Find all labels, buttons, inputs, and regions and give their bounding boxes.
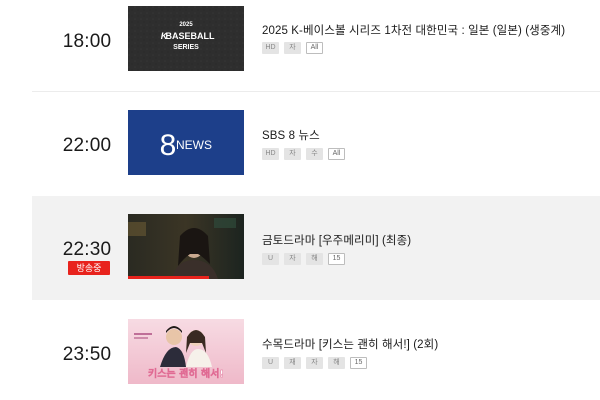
program-time: 18:00	[62, 31, 112, 52]
badge-hd: HD	[262, 148, 279, 160]
broadcast-progress-bar	[128, 276, 210, 279]
program-badges: HD 자 All	[262, 42, 323, 54]
badge-subtitle: 자	[284, 253, 301, 265]
program-title[interactable]: 금토드라마 [우주메리미] (최종)	[262, 232, 411, 248]
thumbnail-line1: BASEBALL	[166, 31, 216, 41]
badge-rating: All	[328, 148, 345, 160]
badge-rating: 15	[328, 253, 345, 265]
program-thumbnail[interactable]: 8 NEWS	[128, 110, 244, 175]
live-badge: 방송중	[68, 261, 110, 275]
thumbnail-numeral: 8	[160, 129, 177, 162]
baseball-series-thumbnail: 2025 K BASEBALL SERIES	[128, 6, 244, 71]
badge-audio-description: 해	[306, 253, 323, 265]
program-badges: HD 자 수 All	[262, 148, 345, 160]
badge-hd: HD	[262, 42, 279, 54]
drama-scene-thumbnail	[128, 214, 244, 279]
program-title[interactable]: 수목드라마 [키스는 괜히 해서!] (2회)	[262, 336, 438, 352]
badge-audio-description: 해	[328, 357, 345, 369]
program-thumbnail[interactable]	[128, 214, 244, 279]
schedule-row[interactable]: 23:50 키스는 괜히 해서! 수목드라마 [키스는 괜히 해서!] (2회)…	[32, 300, 600, 400]
program-time: 23:50	[62, 344, 112, 365]
badge-subtitle: 자	[306, 357, 323, 369]
news-logo-thumbnail: 8 NEWS	[128, 110, 244, 175]
program-title[interactable]: 2025 K-베이스볼 시리즈 1차전 대한민국 : 일본 (일본) (생중계)	[262, 22, 565, 38]
badge-rating: All	[306, 42, 323, 54]
drama-poster-thumbnail: 키스는 괜히 해서!	[128, 319, 244, 384]
program-thumbnail[interactable]: 2025 K BASEBALL SERIES	[128, 6, 244, 71]
program-badges: U 재 자 해 15	[262, 357, 367, 369]
schedule-row[interactable]: 18:00 2025 K BASEBALL SERIES 2025 K-베이스볼…	[32, 0, 600, 90]
program-badges: U 자 해 15	[262, 253, 345, 265]
thumbnail-line2: SERIES	[173, 44, 199, 51]
program-title[interactable]: SBS 8 뉴스	[262, 127, 320, 143]
badge-subtitle: 자	[284, 148, 301, 160]
thumbnail-caption: 키스는 괜히 해서!	[148, 367, 224, 380]
thumbnail-year: 2025	[179, 22, 193, 28]
badge-uhd: U	[262, 357, 279, 369]
program-time: 22:00	[62, 135, 112, 156]
badge-sign-language: 수	[306, 148, 323, 160]
thumbnail-word: NEWS	[176, 138, 212, 152]
badge-rating: 15	[350, 357, 367, 369]
badge-subtitle: 자	[284, 42, 301, 54]
schedule-row-live[interactable]: 22:30 방송중 금토드라마 [우주메리미] (최종) U 자 해 15	[32, 196, 600, 300]
badge-rerun: 재	[284, 357, 301, 369]
program-time: 22:30	[62, 239, 112, 260]
program-thumbnail[interactable]: 키스는 괜히 해서!	[128, 319, 244, 384]
badge-uhd: U	[262, 253, 279, 265]
schedule-row[interactable]: 22:00 8 NEWS SBS 8 뉴스 HD 자 수 All	[32, 92, 600, 195]
